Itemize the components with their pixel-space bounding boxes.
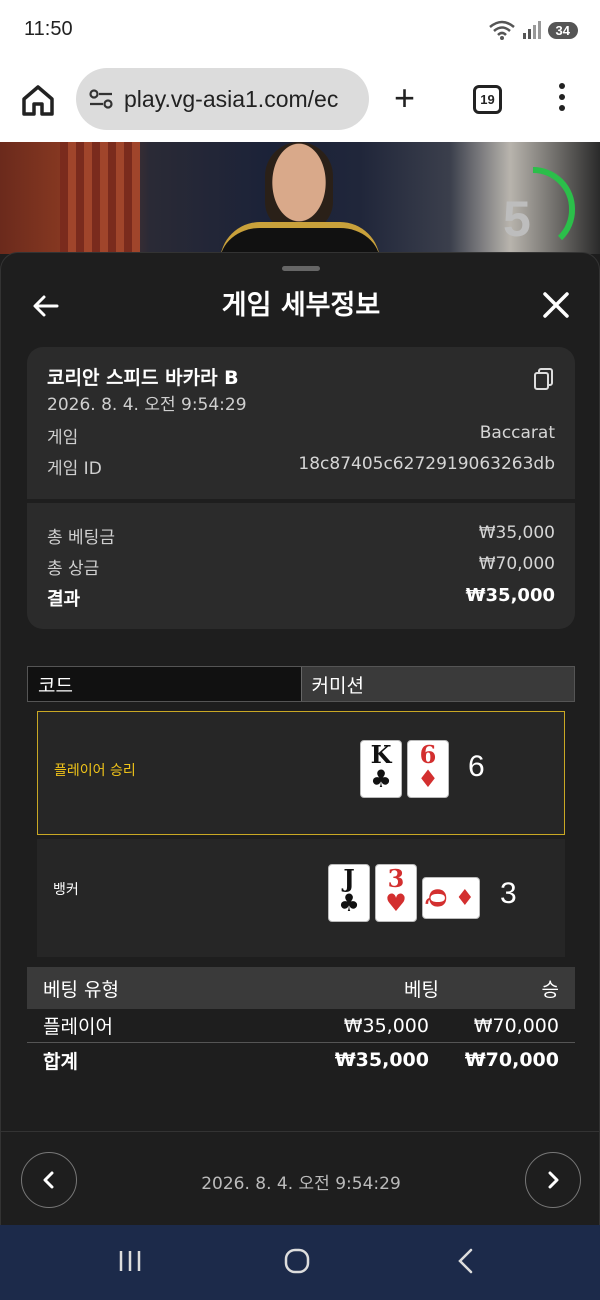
info-label: 게임 ID [47, 459, 102, 479]
summary-label: 총 베팅금 [47, 528, 115, 548]
banker-score: 3 [500, 877, 517, 910]
header-bet-type: 베팅 유형 [43, 978, 119, 1001]
system-nav-bar [0, 1225, 600, 1300]
signal-icon [522, 21, 541, 39]
tab-switcher-button[interactable]: 19 [473, 85, 502, 114]
summary-row-result: 결과 ₩35,000 [47, 585, 555, 611]
address-bar[interactable]: play.vg-asia1.com/ec [76, 68, 369, 130]
total-win-cell: ₩70,000 [464, 1049, 559, 1071]
summary-row-total-bet: 총 베팅금 ₩35,000 [47, 523, 555, 548]
playing-card: J ♣ [328, 864, 370, 922]
summary-value: ₩35,000 [465, 585, 555, 606]
wifi-icon [488, 20, 515, 40]
site-settings-icon[interactable] [88, 88, 114, 110]
browser-menu-icon[interactable] [555, 83, 569, 119]
table-total-row: 합계 ₩35,000 ₩70,000 [27, 1043, 575, 1077]
player-score: 6 [468, 750, 485, 783]
playing-card: 3 ♥ [375, 864, 417, 922]
next-game-button[interactable] [525, 1152, 581, 1208]
status-time: 11:50 [24, 18, 73, 40]
panel-footer: 2026. 8. 4. 오전 9:54:29 [1, 1131, 599, 1226]
info-row-game: 게임 Baccarat [47, 423, 555, 448]
bet-table: 베팅 유형 베팅 승 플레이어 ₩35,000 ₩70,000 합계 ₩35,0… [27, 967, 575, 1077]
home-nav-icon[interactable] [283, 1247, 311, 1275]
live-video: 5 [0, 142, 600, 254]
playing-card-sideways: Q ♦ [422, 877, 480, 919]
bet-amount-cell: ₩35,000 [343, 1014, 429, 1037]
dealer-image [265, 142, 333, 232]
result-tabs: 코드 커미션 [27, 666, 575, 702]
new-tab-button[interactable]: + [394, 80, 415, 116]
player-result-label: 플레이어 승리 [54, 763, 136, 779]
game-time: 2026. 8. 4. 오전 9:54:29 [47, 395, 247, 415]
status-bar: 11:50 34 [0, 0, 600, 60]
info-value: 18c87405c6272919063263db [298, 454, 555, 474]
drag-handle[interactable] [282, 266, 320, 271]
bet-type-cell: 플레이어 [43, 1016, 113, 1038]
total-label-cell: 합계 [43, 1050, 78, 1073]
recent-apps-icon[interactable] [116, 1247, 144, 1275]
tab-commission[interactable]: 커미션 [300, 667, 574, 701]
summary-row-total-prize: 총 상금 ₩70,000 [47, 554, 555, 579]
playing-card: 6 ♦ [407, 740, 449, 798]
card-suit: ♣ [370, 764, 392, 793]
player-result: 플레이어 승리 K ♣ 6 ♦ 6 [37, 711, 565, 835]
status-icons: 34 [488, 20, 578, 40]
total-bet-cell: ₩35,000 [334, 1049, 429, 1071]
banker-result-label: 뱅커 [53, 882, 79, 898]
countdown-timer: 5 [503, 191, 531, 247]
header-bet: 베팅 [404, 978, 439, 1001]
header-win: 승 [541, 978, 559, 1001]
card-suit: ♥ [385, 888, 407, 917]
card-suit: ♣ [338, 888, 360, 917]
card-rank: Q [423, 888, 450, 908]
battery-indicator: 34 [547, 21, 578, 39]
back-nav-icon[interactable] [454, 1247, 478, 1275]
summary-value: ₩35,000 [478, 523, 555, 543]
win-amount-cell: ₩70,000 [473, 1014, 559, 1037]
playing-card: K ♣ [360, 740, 402, 798]
info-label: 게임 [47, 428, 79, 448]
banker-result: 뱅커 J ♣ 3 ♥ Q ♦ 3 [37, 839, 565, 957]
browser-toolbar: play.vg-asia1.com/ec + 19 [0, 60, 600, 142]
game-info-card: 코리안 스피드 바카라 B 2026. 8. 4. 오전 9:54:29 게임 … [27, 347, 575, 499]
summary-label: 결과 [47, 589, 81, 610]
info-value: Baccarat [479, 423, 555, 443]
table-row: 플레이어 ₩35,000 ₩70,000 [27, 1009, 575, 1043]
home-icon[interactable] [20, 82, 56, 118]
dealer-body-image [220, 222, 380, 254]
game-name: 코리안 스피드 바카라 B [47, 367, 239, 389]
summary-label: 총 상금 [47, 559, 100, 579]
bet-table-header: 베팅 유형 베팅 승 [27, 967, 575, 1009]
close-icon[interactable] [541, 290, 571, 320]
game-detail-panel: 게임 세부정보 코리안 스피드 바카라 B 2026. 8. 4. 오전 9:5… [0, 252, 600, 1226]
tab-code[interactable]: 코드 [28, 667, 301, 701]
copy-icon[interactable] [533, 367, 555, 391]
bet-summary-card: 총 베팅금 ₩35,000 총 상금 ₩70,000 결과 ₩35,000 [27, 503, 575, 629]
url-text: play.vg-asia1.com/ec [124, 85, 339, 112]
card-suit: ♦ [454, 885, 475, 911]
panel-title: 게임 세부정보 [221, 290, 381, 321]
card-suit: ♦ [417, 764, 439, 793]
curtain-decoration [60, 142, 140, 254]
info-row-game-id: 게임 ID 18c87405c6272919063263db [47, 454, 555, 479]
summary-value: ₩70,000 [478, 554, 555, 574]
chevron-right-icon [548, 1171, 559, 1189]
footer-time: 2026. 8. 4. 오전 9:54:29 [201, 1174, 401, 1194]
